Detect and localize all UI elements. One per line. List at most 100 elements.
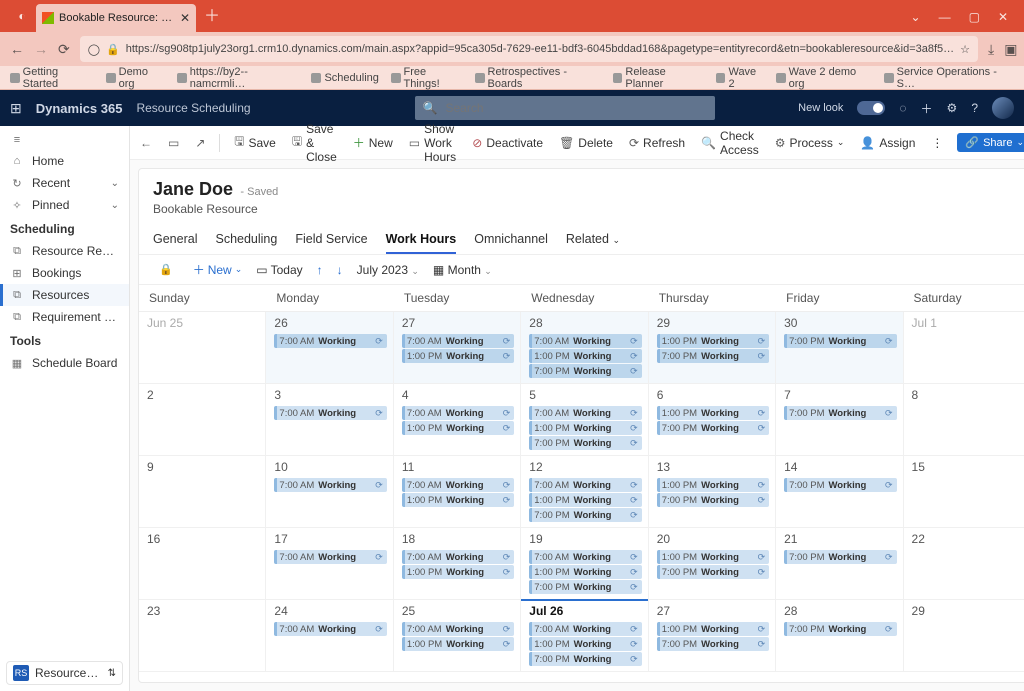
nav-sched-item[interactable]: ⧉Resources — [0, 284, 129, 306]
period-picker[interactable]: July 2023 ⌄ — [357, 263, 419, 277]
calendar-day[interactable]: 47:00 AMWorking⟳1:00 PMWorking⟳ — [394, 384, 521, 456]
next-period-button[interactable]: ↓ — [337, 263, 343, 277]
nav-sched-item[interactable]: ⧉Requirement Groups — [0, 306, 129, 328]
nav-tools-item[interactable]: ▦Schedule Board — [0, 352, 129, 374]
work-hours-event[interactable]: 7:00 AMWorking⟳ — [402, 550, 514, 564]
work-hours-event[interactable]: 1:00 PMWorking⟳ — [402, 565, 514, 579]
work-hours-event[interactable]: 1:00 PMWorking⟳ — [529, 493, 641, 507]
calendar-day[interactable]: 117:00 AMWorking⟳1:00 PMWorking⟳ — [394, 456, 521, 528]
work-hours-event[interactable]: 1:00 PMWorking⟳ — [402, 493, 514, 507]
calendar-day[interactable]: Jul 1 — [904, 312, 1024, 384]
calendar-day[interactable]: 37:00 AMWorking⟳ — [266, 384, 393, 456]
calendar-day[interactable]: 9 — [139, 456, 266, 528]
work-hours-event[interactable]: 7:00 AMWorking⟳ — [402, 622, 514, 636]
tab-work-hours[interactable]: Work Hours — [386, 226, 457, 254]
view-picker[interactable]: ▦ Month ⌄ — [433, 263, 492, 277]
work-hours-event[interactable]: 7:00 AMWorking⟳ — [274, 550, 386, 564]
work-hours-event[interactable]: 1:00 PMWorking⟳ — [529, 637, 641, 651]
bookmark-item[interactable]: Service Operations - S… — [884, 66, 1014, 90]
calendar-day[interactable]: 267:00 AMWorking⟳ — [266, 312, 393, 384]
work-hours-event[interactable]: 7:00 PMWorking⟳ — [529, 364, 641, 378]
tab-scheduling[interactable]: Scheduling — [215, 226, 277, 254]
calendar-day[interactable]: 201:00 PMWorking⟳7:00 PMWorking⟳ — [649, 528, 776, 600]
work-hours-event[interactable]: 7:00 PMWorking⟳ — [784, 478, 896, 492]
nav-forward-icon[interactable]: → — [34, 41, 48, 57]
area-switcher[interactable]: RS Resource Schedul… ⇅ — [6, 661, 123, 685]
tab-general[interactable]: General — [153, 226, 197, 254]
work-hours-event[interactable]: 1:00 PMWorking⟳ — [657, 478, 769, 492]
work-hours-event[interactable]: 7:00 PMWorking⟳ — [784, 406, 896, 420]
cmd-deactivate[interactable]: ⊘Deactivate — [470, 133, 545, 153]
nav-main-item[interactable]: ✧Pinned⌄ — [0, 194, 129, 216]
new-working-hours-button[interactable]: ＋ New ⌄ — [193, 261, 243, 278]
calendar-day[interactable]: Jun 25 — [139, 312, 266, 384]
calendar-day[interactable]: 271:00 PMWorking⟳7:00 PMWorking⟳ — [649, 600, 776, 672]
work-hours-event[interactable]: 1:00 PMWorking⟳ — [529, 421, 641, 435]
calendar-day[interactable]: 15 — [904, 456, 1024, 528]
cmd-new[interactable]: ＋New — [351, 131, 395, 154]
cmd-assign[interactable]: 👤Assign — [858, 133, 917, 153]
calendar-day[interactable]: 247:00 AMWorking⟳ — [266, 600, 393, 672]
nav-main-item[interactable]: ⌂Home — [0, 150, 129, 172]
nav-sched-item[interactable]: ⧉Resource Requireme… — [0, 240, 129, 262]
work-hours-event[interactable]: 7:00 PMWorking⟳ — [657, 565, 769, 579]
calendar-day[interactable]: 197:00 AMWorking⟳1:00 PMWorking⟳7:00 PMW… — [521, 528, 648, 600]
global-search[interactable]: 🔍 — [415, 96, 715, 120]
calendar-day[interactable]: 23 — [139, 600, 266, 672]
work-hours-event[interactable]: 7:00 AMWorking⟳ — [402, 406, 514, 420]
work-hours-event[interactable]: 7:00 AMWorking⟳ — [529, 406, 641, 420]
calendar-day[interactable]: 57:00 AMWorking⟳1:00 PMWorking⟳7:00 PMWo… — [521, 384, 648, 456]
work-hours-event[interactable]: 7:00 AMWorking⟳ — [529, 334, 641, 348]
tab-related[interactable]: Related ⌄ — [566, 226, 620, 254]
prev-period-button[interactable]: ↑ — [317, 263, 323, 277]
form-selector[interactable]: ▭ — [166, 133, 181, 153]
browser-tab[interactable]: Bookable Resource: Information ✕ — [36, 4, 196, 32]
work-hours-event[interactable]: 7:00 PMWorking⟳ — [657, 637, 769, 651]
new-look-toggle[interactable] — [857, 101, 885, 115]
work-hours-event[interactable]: 7:00 AMWorking⟳ — [402, 334, 514, 348]
share-button[interactable]: 🔗 Share ⌄ — [957, 133, 1024, 152]
work-hours-event[interactable]: 7:00 AMWorking⟳ — [274, 478, 386, 492]
calendar-day[interactable]: 22 — [904, 528, 1024, 600]
window-close-icon[interactable]: ✕ — [998, 10, 1008, 24]
overflow-button[interactable]: ⋮ — [929, 133, 945, 153]
work-hours-event[interactable]: 7:00 PMWorking⟳ — [784, 622, 896, 636]
calendar-day[interactable]: 217:00 PMWorking⟳ — [776, 528, 903, 600]
address-bar[interactable]: ◯ 🔒 https://sg908tp1july23org1.crm10.dyn… — [80, 36, 978, 62]
calendar-body[interactable]: Jun 25267:00 AMWorking⟳277:00 AMWorking⟳… — [139, 312, 1024, 682]
calendar-day[interactable]: 131:00 PMWorking⟳7:00 PMWorking⟳ — [649, 456, 776, 528]
bookmark-item[interactable]: Free Things! — [391, 66, 463, 90]
window-chevron-icon[interactable]: ⌄ — [911, 10, 921, 24]
work-hours-event[interactable]: 7:00 AMWorking⟳ — [529, 622, 641, 636]
work-hours-event[interactable]: 7:00 AMWorking⟳ — [274, 622, 386, 636]
cmd-save-close[interactable]: 🖫Save & Close — [290, 119, 339, 167]
bookmark-item[interactable]: Getting Started — [10, 66, 94, 90]
work-hours-event[interactable]: 1:00 PMWorking⟳ — [657, 334, 769, 348]
tab-close-icon[interactable]: ✕ — [180, 11, 190, 25]
work-hours-event[interactable]: 1:00 PMWorking⟳ — [657, 550, 769, 564]
app-launcher-icon[interactable]: ⊞ — [10, 100, 22, 117]
help-icon[interactable]: ? — [971, 101, 978, 115]
work-hours-event[interactable]: 7:00 PMWorking⟳ — [657, 421, 769, 435]
nav-sched-item[interactable]: ⊞Bookings — [0, 262, 129, 284]
work-hours-event[interactable]: 7:00 PMWorking⟳ — [529, 652, 641, 666]
work-hours-event[interactable]: 1:00 PMWorking⟳ — [402, 637, 514, 651]
work-hours-event[interactable]: 1:00 PMWorking⟳ — [529, 565, 641, 579]
work-hours-event[interactable]: 7:00 PMWorking⟳ — [529, 436, 641, 450]
calendar-day[interactable]: 77:00 PMWorking⟳ — [776, 384, 903, 456]
add-icon[interactable]: ＋ — [921, 100, 933, 117]
bookmark-item[interactable]: Demo org — [106, 66, 165, 90]
window-maximize-icon[interactable]: ▢ — [969, 10, 980, 24]
calendar-day[interactable]: 16 — [139, 528, 266, 600]
work-hours-event[interactable]: 7:00 AMWorking⟳ — [274, 406, 386, 420]
calendar-day[interactable]: 2 — [139, 384, 266, 456]
nav-main-item[interactable]: ↻Recent⌄ — [0, 172, 129, 194]
calendar-day[interactable]: 177:00 AMWorking⟳ — [266, 528, 393, 600]
bookmark-star-icon[interactable]: ☆ — [960, 43, 970, 56]
extensions-icon[interactable]: ▣ — [1004, 41, 1017, 58]
today-button[interactable]: ▭ Today — [256, 263, 302, 277]
cmd-show-work-hours[interactable]: ▭Show Work Hours — [407, 119, 459, 167]
tab-field-service[interactable]: Field Service — [295, 226, 367, 254]
work-hours-event[interactable]: 7:00 AMWorking⟳ — [274, 334, 386, 348]
work-hours-event[interactable]: 7:00 PMWorking⟳ — [657, 493, 769, 507]
